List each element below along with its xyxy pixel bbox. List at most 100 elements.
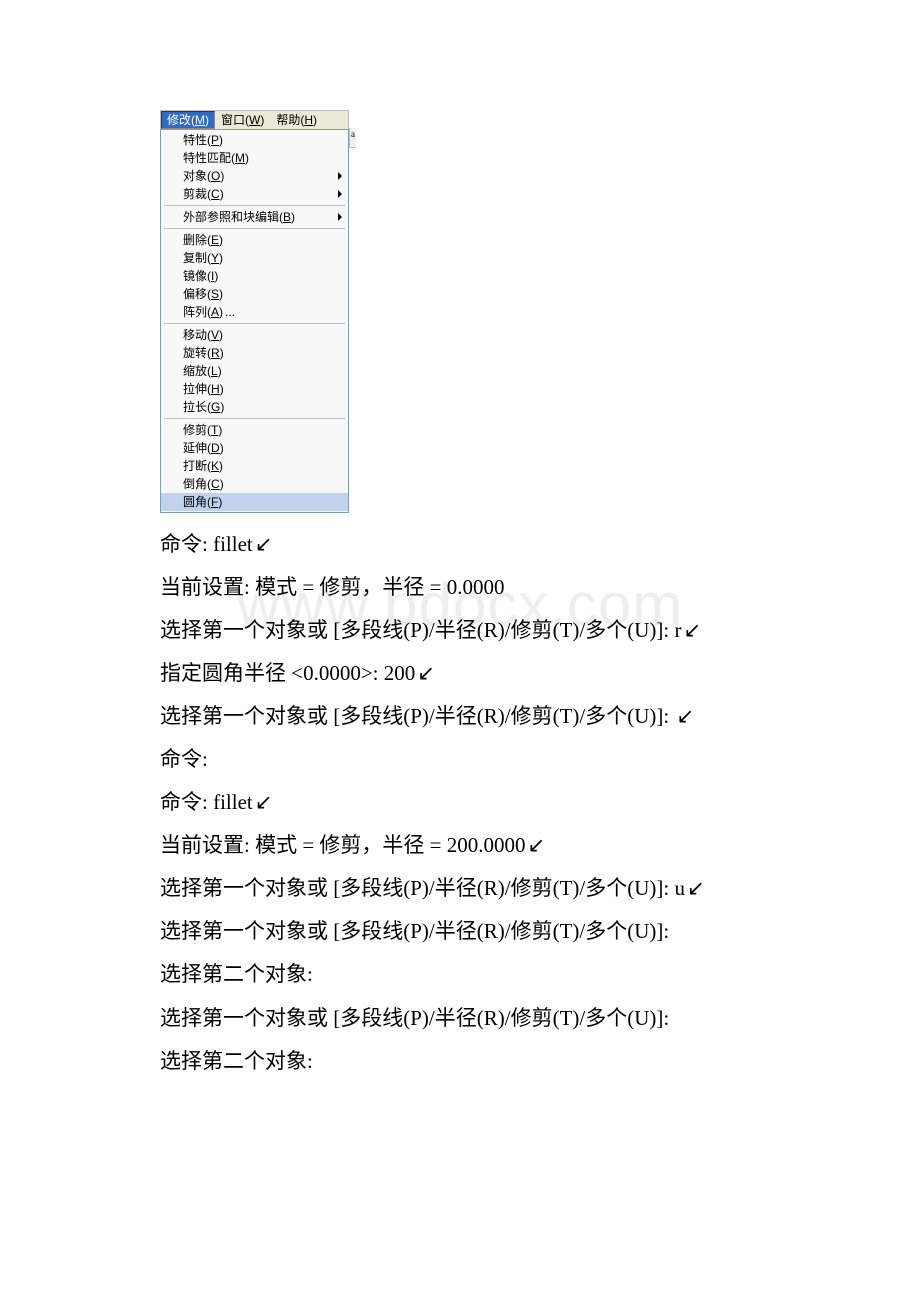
menu-array-key: A (211, 306, 219, 318)
cmd-line-04: 指定圆角半径 <0.0000>: 200 (160, 661, 415, 685)
menu-chamfer-text: 倒角 (183, 478, 207, 490)
menu-rotate-key: R (211, 347, 220, 359)
enter-icon: ↙ (676, 695, 694, 738)
submenu-arrow-icon (338, 213, 342, 221)
menu-erase-key: E (211, 234, 219, 246)
menu-mirror-key: I (211, 270, 214, 282)
menubar-window-text: 窗口 (221, 113, 245, 127)
menu-mirror[interactable]: 镜像(I) (161, 267, 348, 285)
menu-xref-block-text: 外部参照和块编辑 (183, 211, 279, 223)
menu-separator (164, 418, 345, 419)
menu-separator (164, 323, 345, 324)
enter-icon: ↙ (683, 609, 701, 652)
menu-match-properties-key: M (235, 152, 245, 164)
menubar-help[interactable]: 帮助(H) (270, 111, 323, 129)
menu-scale-key: L (211, 365, 218, 377)
menu-break[interactable]: 打断(K) (161, 457, 348, 475)
submenu-arrow-icon (338, 190, 342, 198)
menu-properties-text: 特性 (183, 134, 207, 146)
menu-move[interactable]: 移动(V) (161, 326, 348, 344)
menu-trim-key: T (211, 424, 218, 436)
cmd-line-08: 当前设置: 模式 = 修剪，半径 = 200.0000 (160, 833, 526, 857)
menu-xref-block-edit[interactable]: 外部参照和块编辑(B) (161, 208, 348, 226)
menu-erase[interactable]: 删除(E) (161, 231, 348, 249)
menubar-modify[interactable]: 修改(M) (161, 111, 215, 129)
menu-fillet-key: F (211, 496, 218, 508)
menu-offset-key: S (211, 288, 219, 300)
menu-extend-key: D (211, 442, 220, 454)
enter-icon: ↙ (255, 523, 273, 566)
menu-separator (164, 205, 345, 206)
menu-extend-text: 延伸 (183, 442, 207, 454)
menu-object-key: O (211, 170, 220, 182)
menubar-help-key: H (304, 113, 313, 127)
cmd-line-13: 选择第二个对象: (160, 1040, 760, 1083)
menu-offset[interactable]: 偏移(S) (161, 285, 348, 303)
enter-icon: ↙ (687, 867, 705, 910)
enter-icon: ↙ (255, 781, 273, 824)
menu-stretch-text: 拉伸 (183, 383, 207, 395)
menu-scale[interactable]: 缩放(L) (161, 362, 348, 380)
menu-separator (164, 228, 345, 229)
toolbar-fragment-char: a (349, 128, 356, 148)
menu-array-text: 阵列 (183, 306, 207, 318)
submenu-arrow-icon (338, 172, 342, 180)
cmd-line-12: 选择第一个对象或 [多段线(P)/半径(R)/修剪(T)/多个(U)]: (160, 997, 760, 1040)
menu-rotate-text: 旋转 (183, 347, 207, 359)
enter-icon: ↙ (528, 824, 546, 867)
menu-xref-block-key: B (283, 211, 291, 223)
menubar: 修改(M) 窗口(W) 帮助(H) (160, 110, 349, 129)
menu-offset-text: 偏移 (183, 288, 207, 300)
menubar-window-key: W (249, 113, 260, 127)
menu-clip-key: C (211, 188, 220, 200)
menu-scale-text: 缩放 (183, 365, 207, 377)
menu-move-text: 移动 (183, 329, 207, 341)
menu-move-key: V (211, 329, 219, 341)
cmd-line-06: 命令: (160, 738, 760, 781)
menu-properties[interactable]: 特性(P) (161, 131, 348, 149)
menu-chamfer[interactable]: 倒角(C) (161, 475, 348, 493)
command-line-text: 命令: fillet↙ 当前设置: 模式 = 修剪，半径 = 0.0000 选择… (160, 523, 760, 1083)
menu-object[interactable]: 对象(O) (161, 167, 348, 185)
menu-rotate[interactable]: 旋转(R) (161, 344, 348, 362)
menu-chamfer-key: C (211, 478, 220, 490)
menu-screenshot-wrap: 修改(M) 窗口(W) 帮助(H) 特性(P) 特性匹配(M) 对象(O) (160, 110, 760, 523)
menu-break-text: 打断 (183, 460, 207, 472)
menubar-modify-key: M (195, 113, 205, 127)
menu-trim[interactable]: 修剪(T) (161, 421, 348, 439)
menu-array-suffix: ... (225, 306, 235, 318)
cmd-line-02: 当前设置: 模式 = 修剪，半径 = 0.0000 (160, 566, 760, 609)
menu-stretch[interactable]: 拉伸(H) (161, 380, 348, 398)
menu-clip-text: 剪裁 (183, 188, 207, 200)
cmd-line-07: 命令: fillet (160, 790, 253, 814)
menu-fillet-text: 圆角 (183, 496, 207, 508)
menu-lengthen[interactable]: 拉长(G) (161, 398, 348, 416)
cmd-line-11: 选择第二个对象: (160, 953, 760, 996)
cmd-line-01: 命令: fillet (160, 532, 253, 556)
cmd-line-03: 选择第一个对象或 [多段线(P)/半径(R)/修剪(T)/多个(U)]: r (160, 618, 681, 642)
menu-copy-text: 复制 (183, 252, 207, 264)
menubar-help-text: 帮助 (276, 113, 300, 127)
dropdown-modify: 特性(P) 特性匹配(M) 对象(O) 剪裁(C) 外部参照和块编辑(B) (160, 129, 349, 513)
menu-copy[interactable]: 复制(Y) (161, 249, 348, 267)
menu-match-properties-text: 特性匹配 (183, 152, 231, 164)
menu-copy-key: Y (211, 252, 219, 264)
page-content: 修改(M) 窗口(W) 帮助(H) 特性(P) 特性匹配(M) 对象(O) (160, 110, 760, 1083)
menu-match-properties[interactable]: 特性匹配(M) (161, 149, 348, 167)
cmd-line-05: 选择第一个对象或 [多段线(P)/半径(R)/修剪(T)/多个(U)]: (160, 704, 674, 728)
menu-array[interactable]: 阵列(A)... (161, 303, 348, 321)
menubar-modify-text: 修改 (167, 113, 191, 127)
menu-mirror-text: 镜像 (183, 270, 207, 282)
menu-fillet[interactable]: 圆角(F) (161, 493, 348, 511)
menu-lengthen-text: 拉长 (183, 401, 207, 413)
menu-trim-text: 修剪 (183, 424, 207, 436)
menu-screenshot: 修改(M) 窗口(W) 帮助(H) 特性(P) 特性匹配(M) 对象(O) (160, 110, 349, 513)
menu-erase-text: 删除 (183, 234, 207, 246)
menu-object-text: 对象 (183, 170, 207, 182)
menubar-window[interactable]: 窗口(W) (215, 111, 270, 129)
menu-break-key: K (211, 460, 219, 472)
menu-clip[interactable]: 剪裁(C) (161, 185, 348, 203)
menu-lengthen-key: G (211, 401, 220, 413)
menu-stretch-key: H (211, 383, 220, 395)
menu-extend[interactable]: 延伸(D) (161, 439, 348, 457)
